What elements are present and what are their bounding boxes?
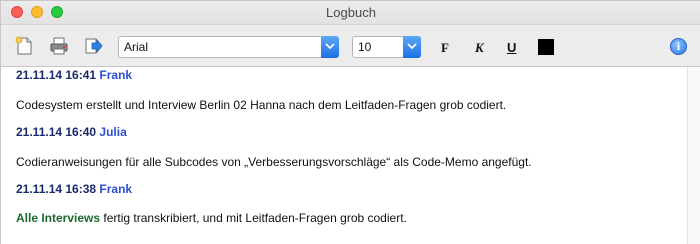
font-family-value: Arial <box>124 40 149 54</box>
window-title: Logbuch <box>326 5 376 20</box>
entry-date: 21.11.14 16:38 <box>16 182 97 196</box>
font-family-dropdown[interactable] <box>321 36 339 58</box>
entry-text-rest: fertig transkribiert, und mit Leitfaden-… <box>100 211 407 225</box>
text-color-button[interactable] <box>538 39 554 55</box>
underline-button[interactable]: U <box>507 40 516 55</box>
font-size-value: 10 <box>358 40 372 54</box>
font-size-select[interactable]: 10 <box>352 36 421 58</box>
vertical-scrollbar[interactable] <box>687 67 700 244</box>
italic-button[interactable]: K <box>475 40 484 56</box>
export-button[interactable] <box>83 36 103 56</box>
new-document-icon <box>15 36 32 55</box>
entry-text: Alle Interviews fertig transkribiert, un… <box>16 211 407 225</box>
info-button[interactable]: i <box>670 38 687 55</box>
entry-user: Julia <box>99 125 127 139</box>
entry-date: 21.11.14 16:40 <box>16 125 97 139</box>
print-button[interactable] <box>49 36 69 56</box>
bold-button[interactable]: F <box>441 40 449 56</box>
entry-text: Codieranweisungen für alle Subcodes von … <box>16 155 532 169</box>
entry-header: 21.11.14 16:38 Frank <box>16 182 132 196</box>
printer-icon <box>50 37 68 55</box>
font-family-select[interactable]: Arial <box>118 36 339 58</box>
entry-user: Frank <box>99 182 133 196</box>
interviews-link[interactable]: Alle Interviews <box>16 211 100 225</box>
logbook-window: Logbuch Arial 10 F K U i 21.11.14 16:41 … <box>0 0 700 244</box>
title-bar: Logbuch <box>1 1 700 25</box>
entry-header: 21.11.14 16:41 Frank <box>16 68 132 82</box>
logbook-content[interactable]: 21.11.14 16:41 Frank Codesystem erstellt… <box>1 67 687 244</box>
new-document-button[interactable] <box>14 36 34 56</box>
toolbar: Arial 10 F K U i <box>1 25 700 67</box>
entry-date: 21.11.14 16:41 <box>16 68 97 82</box>
entry-text: Codesystem erstellt und Interview Berlin… <box>16 98 507 112</box>
chevron-down-icon <box>325 43 335 50</box>
entry-user: Frank <box>99 68 133 82</box>
font-size-dropdown[interactable] <box>403 36 421 58</box>
chevron-down-icon <box>407 43 417 50</box>
export-icon <box>85 38 103 54</box>
entry-header: 21.11.14 16:40 Julia <box>16 125 127 139</box>
